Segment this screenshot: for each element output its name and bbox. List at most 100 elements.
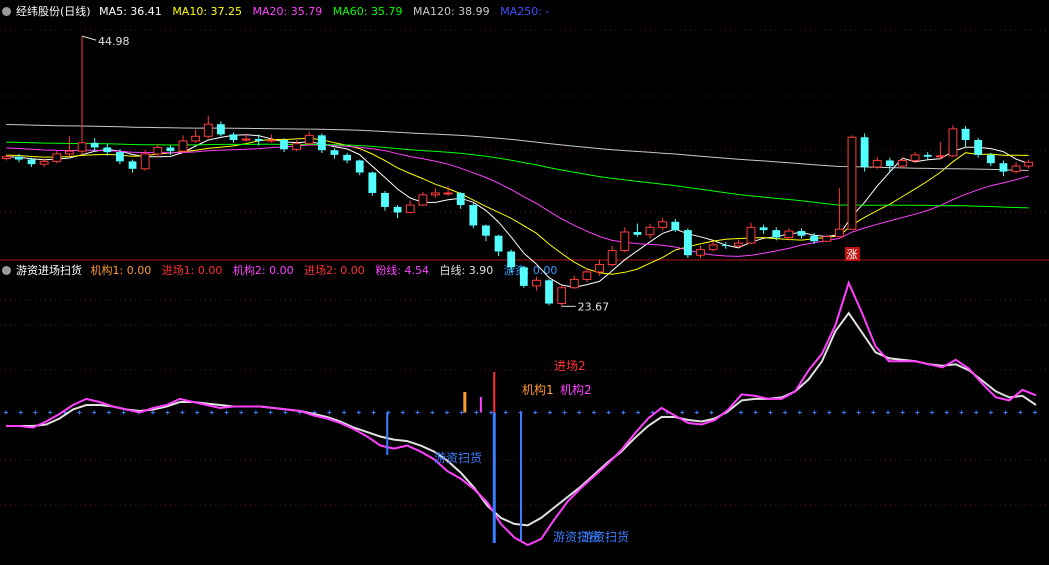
signal-label: 机构2 (560, 382, 592, 397)
signal-marker: 游资扫货 (520, 412, 629, 544)
candle-body (191, 135, 201, 142)
candle-body (834, 228, 844, 238)
candle (77, 36, 87, 155)
candlestick-series (1, 36, 1034, 307)
low-price-label: 23.67 (578, 300, 610, 313)
candle (746, 222, 756, 245)
candle (507, 249, 516, 273)
candle (519, 266, 528, 288)
candle-body (557, 287, 567, 305)
candle-body (822, 236, 832, 242)
candle (532, 276, 541, 291)
candle (708, 241, 718, 252)
chart-canvas[interactable]: 游资扫货机构1 机构2进场2游资扫货游资扫货 44.9823.67涨 (0, 0, 1049, 565)
candle (961, 126, 970, 148)
candle (65, 136, 74, 157)
signal-marker: 游资扫货 (492, 412, 601, 544)
candle-body (935, 155, 945, 158)
candle-body (241, 138, 251, 141)
candle-body (872, 159, 882, 168)
candle (494, 234, 503, 257)
candle (545, 279, 553, 306)
candle (292, 140, 302, 152)
candle-body (961, 128, 970, 141)
candle-body (166, 147, 175, 152)
candle (330, 148, 339, 159)
candle (607, 245, 617, 267)
candle (90, 138, 99, 152)
candle-body (721, 245, 730, 246)
candle (696, 245, 705, 259)
candle (721, 242, 730, 249)
annotations: 44.98 23.67 涨 (81, 35, 860, 313)
candle (1, 154, 11, 161)
candle-body (658, 221, 668, 228)
candle (140, 150, 150, 171)
signal-label: 游资扫货 (434, 450, 482, 465)
candle-body (456, 192, 465, 206)
candle-body (153, 146, 163, 155)
candle (658, 218, 668, 231)
candle (974, 138, 983, 158)
candle (582, 268, 592, 283)
candle (872, 156, 882, 169)
candle-body (229, 134, 238, 141)
candle (1011, 162, 1021, 174)
candle-body (140, 153, 150, 170)
candle-body (115, 152, 124, 162)
candle (216, 121, 225, 137)
candle-body (393, 206, 402, 213)
candle (178, 135, 188, 154)
candle-body (1024, 161, 1034, 167)
candle-body (582, 271, 592, 280)
candle-body (683, 230, 692, 256)
candle-body (368, 172, 377, 193)
candle-body (569, 278, 579, 289)
candle-body (708, 244, 718, 251)
candle (418, 192, 428, 206)
candle-body (923, 154, 932, 157)
candle (393, 205, 402, 219)
candle-body (405, 204, 415, 213)
candle-body (671, 221, 680, 231)
candle (948, 125, 958, 157)
candle-body (759, 227, 768, 231)
candle-body (860, 137, 869, 167)
candle-body (986, 154, 995, 164)
candle (368, 171, 377, 196)
candle-body (343, 154, 352, 161)
candle (381, 191, 389, 211)
candle (229, 132, 238, 143)
candle-body (733, 242, 743, 247)
candle-body (128, 161, 137, 169)
candle-body (1, 156, 11, 160)
candle-body (974, 140, 983, 155)
candle-body (39, 160, 49, 165)
candle (797, 228, 806, 239)
candle (405, 200, 415, 214)
candle-body (810, 235, 819, 242)
candle (153, 143, 163, 158)
candle-body (885, 160, 894, 167)
candle (645, 223, 655, 239)
candle-body (418, 194, 428, 206)
candle-body (266, 139, 276, 142)
candle-body (52, 153, 62, 162)
candle-body (696, 249, 705, 256)
candle-body (431, 192, 440, 196)
candle (469, 203, 478, 229)
candle-body (620, 231, 630, 252)
candle (203, 115, 213, 139)
candle-body (27, 159, 36, 165)
candle (317, 133, 326, 154)
candle-body (507, 251, 516, 268)
candle-body (280, 140, 288, 150)
candle-body (999, 163, 1008, 172)
candle-body (15, 156, 23, 160)
candle-body (381, 192, 389, 207)
candle-body (607, 250, 617, 266)
signal-bars: 游资扫货机构1 机构2进场2游资扫货游资扫货 (386, 359, 629, 544)
candle-body (1011, 165, 1021, 173)
candle (633, 223, 642, 237)
high-price-label: 44.98 (98, 35, 130, 48)
